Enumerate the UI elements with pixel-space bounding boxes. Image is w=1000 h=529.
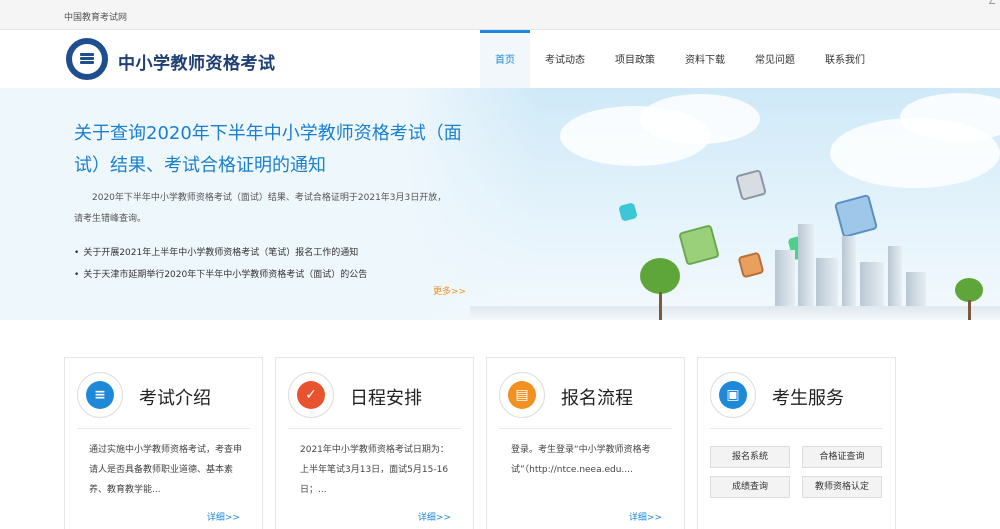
- hero-description: 2020年下半年中小学教师资格考试（面试）结果、考试合格证明于2021年3月3日…: [74, 193, 447, 224]
- news-item[interactable]: 关于开展2021年上半年中小学教师资格考试（笔试）报名工作的通知: [74, 242, 367, 264]
- main-nav: 首页 考试动态 项目政策 资料下载 常见问题 联系我们: [480, 30, 880, 88]
- card-title[interactable]: 考试介绍: [139, 384, 211, 410]
- card-divider: [499, 428, 672, 429]
- score-query-button[interactable]: 成绩查询: [710, 476, 790, 498]
- ground-decoration: [470, 306, 1000, 320]
- green-cube-icon: [678, 224, 720, 266]
- teacher-certification-button[interactable]: 教师资格认定: [802, 476, 882, 498]
- card-registration: ▤ 报名流程 登录。考生登录“中小学教师资格考试”（http://ntce.ne…: [486, 357, 685, 529]
- card-text: 通过实施中小学教师资格考试，考查申请人是否具备教师职业道德、基本素养、教育教学能…: [89, 445, 243, 495]
- card-divider: [288, 428, 461, 429]
- registration-system-button[interactable]: 报名系统: [710, 446, 790, 468]
- detail-link[interactable]: 详细>>: [629, 510, 662, 523]
- nav-item-policy[interactable]: 项目政策: [600, 30, 670, 88]
- card-title[interactable]: 考生服务: [772, 384, 844, 410]
- service-button-grid: 报名系统 合格证查询 成绩查询 教师资格认定: [710, 446, 884, 498]
- cloud-decoration: [640, 94, 760, 144]
- document-icon: ≡: [77, 372, 123, 418]
- hero-banner: 关于查询2020年下半年中小学教师资格考试（面试）结果、考试合格证明的通知 20…: [0, 88, 1000, 320]
- feature-section: ≡ 考试介绍 通过实施中小学教师资格考试，考查申请人是否具备教师职业道德、基本素…: [0, 320, 1000, 529]
- card-text: 登录。考生登录“中小学教师资格考试”（http://ntce.neea.edu.…: [511, 445, 651, 475]
- more-link[interactable]: 更多>>: [433, 284, 466, 297]
- news-item[interactable]: 关于天津市延期举行2020年下半年中小学教师资格考试（面试）的公告: [74, 264, 367, 286]
- chevron-icon: [988, 0, 998, 4]
- small-cube-icon: [618, 202, 638, 222]
- orange-cube-icon: [737, 251, 765, 279]
- certificate-query-button[interactable]: 合格证查询: [802, 446, 882, 468]
- nav-item-home[interactable]: 首页: [480, 30, 530, 88]
- site-header: 中小学教师资格考试 首页 考试动态 项目政策 资料下载 常见问题 联系我们: [0, 30, 1000, 88]
- nav-item-exam-news[interactable]: 考试动态: [530, 30, 600, 88]
- checkmark-icon: ✓: [288, 372, 334, 418]
- detail-link[interactable]: 详细>>: [207, 510, 240, 523]
- card-candidate-services: ▣ 考生服务 报名系统 合格证查询 成绩查询 教师资格认定: [697, 357, 896, 529]
- card-text: 2021年中小学教师资格考试日期为：上半年笔试3月13日，面试5月15-16日；…: [300, 445, 449, 495]
- card-schedule: ✓ 日程安排 2021年中小学教师资格考试日期为：上半年笔试3月13日，面试5月…: [275, 357, 474, 529]
- top-bar: 中国教育考试网: [0, 0, 1000, 30]
- nav-item-contact[interactable]: 联系我们: [810, 30, 880, 88]
- contact-book-icon: ▣: [710, 372, 756, 418]
- form-icon: ▤: [499, 372, 545, 418]
- brand-title[interactable]: 中小学教师资格考试: [118, 49, 276, 74]
- logo-icon[interactable]: [66, 38, 108, 80]
- calculator-cube-icon: [833, 193, 879, 239]
- book-icon: [80, 53, 94, 65]
- news-list: 关于开展2021年上半年中小学教师资格考试（笔试）报名工作的通知 关于天津市延期…: [74, 242, 367, 286]
- card-exam-intro: ≡ 考试介绍 通过实施中小学教师资格考试，考查申请人是否具备教师职业道德、基本素…: [64, 357, 263, 529]
- hero-headline[interactable]: 关于查询2020年下半年中小学教师资格考试（面试）结果、考试合格证明的通知: [74, 118, 464, 182]
- nav-item-downloads[interactable]: 资料下载: [670, 30, 740, 88]
- tree-decoration: [955, 278, 983, 320]
- nav-item-faq[interactable]: 常见问题: [740, 30, 810, 88]
- site-name-link[interactable]: 中国教育考试网: [64, 10, 127, 23]
- card-title[interactable]: 日程安排: [350, 384, 422, 410]
- tree-decoration: [640, 258, 680, 320]
- film-cube-icon: [735, 169, 767, 201]
- card-divider: [77, 428, 250, 429]
- detail-link[interactable]: 详细>>: [418, 510, 451, 523]
- logo-inner: [72, 44, 102, 74]
- card-title[interactable]: 报名流程: [561, 384, 633, 410]
- card-divider: [710, 428, 883, 429]
